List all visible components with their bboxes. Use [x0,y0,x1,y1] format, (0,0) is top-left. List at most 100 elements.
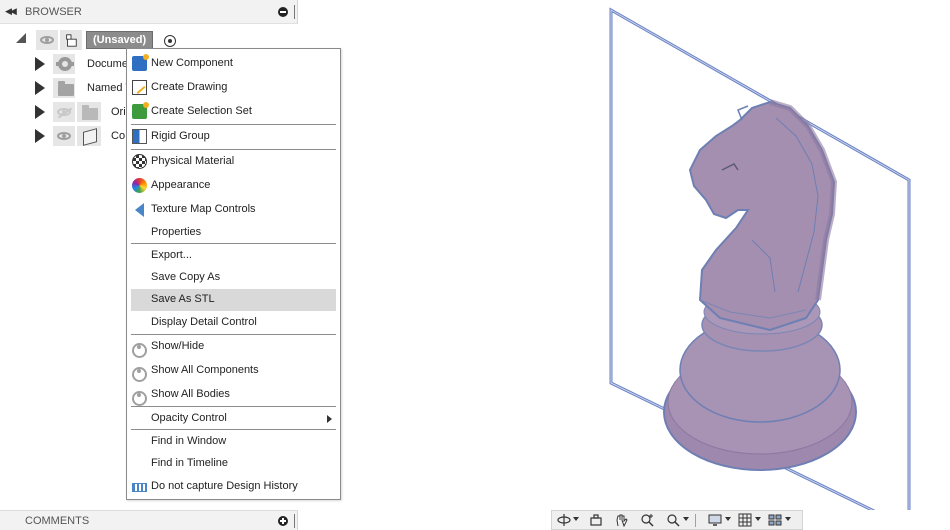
menu-item-label: Rigid Group [151,130,210,142]
design-history-icon [132,483,147,492]
menu-item-label: Show/Hide [151,340,205,352]
hidden-eye-icon[interactable] [57,108,71,116]
menu-item-find-in-window[interactable]: Find in Window [131,431,336,453]
collapse-triangle-icon[interactable] [16,33,26,43]
menu-item-label: Appearance [151,179,211,191]
menu-item-label: Show All Bodies [151,388,230,400]
visibility-eye-icon[interactable] [57,132,71,140]
menu-item-label: Find in Window [151,435,227,447]
new-component-icon [132,54,149,71]
menu-item-appearance[interactable]: Appearance [131,175,336,197]
root-component-name[interactable]: (Unsaved) [86,31,154,49]
minimize-panel-icon[interactable] [278,7,288,17]
context-menu: New Component Create Drawing Create Sele… [126,48,341,500]
menu-item-label: Texture Map Controls [151,203,256,215]
menu-item-label: Save As STL [151,293,215,305]
eye-icon [132,391,147,406]
menu-item-new-component[interactable]: New Component [131,53,336,75]
eye-icon [132,343,147,358]
orbit-icon[interactable] [557,513,571,527]
menu-item-display-detail-control[interactable]: Display Detail Control [131,312,336,334]
toolbar-separator [695,514,696,527]
menu-separator [131,243,336,244]
menu-item-label: Save Copy As [151,271,221,283]
menu-item-label: Export... [151,249,192,261]
expand-triangle-icon[interactable] [35,81,53,100]
browser-item-components[interactable]: Co [30,126,130,148]
menu-item-find-in-timeline[interactable]: Find in Timeline [131,453,336,475]
selection-set-icon [132,102,149,119]
menu-item-rigid-group[interactable]: Rigid Group [131,126,336,148]
chevron-down-icon[interactable] [755,517,761,521]
menu-separator [131,124,336,125]
navigation-toolbar [551,510,803,530]
create-drawing-icon [132,80,147,95]
menu-item-save-copy-as[interactable]: Save Copy As [131,267,336,289]
gear-icon [56,57,74,71]
chevron-down-icon[interactable] [785,517,791,521]
menu-item-label: Find in Timeline [151,457,229,469]
activate-component-icon[interactable] [164,35,176,47]
grid-icon[interactable] [738,513,752,527]
browser-header: ◀◀ BROWSER [0,0,298,24]
rigid-group-icon [132,129,147,144]
browser-item-document-settings[interactable]: Docume [30,54,130,76]
menu-item-opacity-control[interactable]: Opacity Control [131,408,336,430]
panel-grip[interactable] [294,5,295,19]
add-comment-icon[interactable] [278,516,288,526]
menu-item-physical-material[interactable]: Physical Material [131,151,336,173]
menu-item-label: New Component [151,57,233,69]
menu-item-label: Properties [151,226,202,238]
menu-item-label: Physical Material [151,155,235,167]
model-viewport[interactable] [600,0,950,510]
browser-title: BROWSER [25,6,82,18]
expand-triangle-icon[interactable] [35,129,53,148]
browser-item-origin[interactable]: Ori [30,102,130,124]
chevron-down-icon[interactable] [683,517,689,521]
menu-item-label: Opacity Control [151,412,227,424]
menu-separator [131,334,336,335]
collapse-panel-icon[interactable]: ◀◀ [5,6,17,17]
pan-icon[interactable] [614,513,628,527]
appearance-icon [132,178,147,193]
expand-triangle-icon[interactable] [35,105,53,124]
look-at-icon[interactable] [589,513,603,527]
browser-item-label: Docume [87,58,128,70]
comments-bar: COMMENTS [0,510,298,530]
menu-item-export[interactable]: Export... [131,245,336,267]
browser-item-label: Ori [111,106,126,118]
viewports-icon[interactable] [768,513,782,527]
menu-item-create-selection-set[interactable]: Create Selection Set [131,101,336,123]
panel-grip[interactable] [294,514,295,528]
menu-separator [131,406,336,407]
eye-icon [132,367,147,382]
browser-item-label: Co [111,130,126,142]
component-icon [66,34,77,47]
visibility-eye-icon[interactable] [40,36,54,44]
menu-item-properties[interactable]: Properties [131,222,336,244]
menu-item-do-not-capture-design-history[interactable]: Do not capture Design History [131,476,336,498]
submenu-arrow-icon [327,415,332,423]
menu-item-label: Show All Components [151,364,259,376]
menu-item-show-hide[interactable]: Show/Hide [131,336,336,358]
chevron-down-icon[interactable] [725,517,731,521]
chevron-down-icon[interactable] [573,517,579,521]
folder-icon [58,81,74,96]
menu-item-show-all-bodies[interactable]: Show All Bodies [131,384,336,406]
menu-item-label: Create Selection Set [151,105,252,117]
folder-icon [82,105,98,120]
menu-item-show-all-components[interactable]: Show All Components [131,360,336,382]
display-settings-icon[interactable] [708,513,722,527]
zoom-icon[interactable] [640,513,654,527]
menu-item-label: Do not capture Design History [151,480,298,492]
menu-item-create-drawing[interactable]: Create Drawing [131,77,336,99]
menu-item-label: Create Drawing [151,81,228,93]
browser-root-row[interactable]: (Unsaved) [14,30,194,50]
expand-triangle-icon[interactable] [35,57,53,76]
browser-item-named-views[interactable]: Named V [30,78,133,100]
menu-item-save-as-stl[interactable]: Save As STL [131,289,336,311]
physical-material-icon [132,154,147,169]
menu-separator [131,429,336,430]
menu-item-texture-map-controls[interactable]: Texture Map Controls [131,199,336,221]
fit-icon[interactable] [666,513,680,527]
